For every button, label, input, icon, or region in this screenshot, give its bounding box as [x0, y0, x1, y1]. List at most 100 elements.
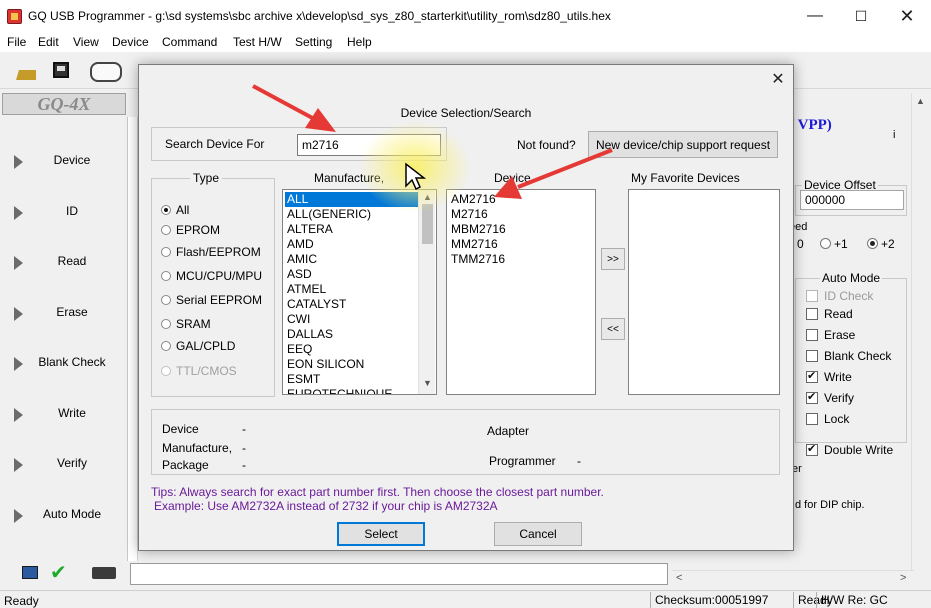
- close-dialog-button[interactable]: ✕: [766, 68, 790, 92]
- list-item[interactable]: ALL: [285, 192, 418, 207]
- auto-write[interactable]: Write: [806, 369, 852, 384]
- type-serial-eeprom[interactable]: Serial EEPROM: [161, 293, 262, 307]
- scroll-down-icon[interactable]: ▼: [423, 378, 432, 388]
- scroll-up-icon[interactable]: ▲: [916, 96, 925, 106]
- type-flash-eeprom[interactable]: Flash/EEPROM: [161, 245, 261, 259]
- type-eprom[interactable]: EPROM: [161, 223, 220, 237]
- auto-read[interactable]: Read: [806, 307, 853, 321]
- favorite-devices-list[interactable]: [628, 189, 780, 395]
- radio-icon: [161, 247, 171, 257]
- manufacturer-scrollbar[interactable]: ▲ ▼: [418, 190, 435, 394]
- play-arrow-icon: [14, 206, 23, 220]
- save-disk-icon[interactable]: [53, 62, 69, 78]
- list-item[interactable]: CATALYST: [285, 297, 348, 312]
- list-item[interactable]: ALL(GENERIC): [285, 207, 373, 222]
- auto-id-check[interactable]: ID Check: [806, 289, 873, 303]
- device-chip-icon[interactable]: [90, 62, 122, 82]
- type-sram[interactable]: SRAM: [161, 317, 211, 331]
- type-gal-cpld[interactable]: GAL/CPLD: [161, 339, 235, 353]
- auto-item-label: Read: [824, 307, 853, 321]
- radio-icon: [161, 341, 171, 351]
- scroll-up-icon[interactable]: ▲: [423, 192, 432, 202]
- sidebar-item-blank-check[interactable]: Blank Check: [0, 343, 128, 383]
- menu-device[interactable]: Device: [112, 35, 149, 49]
- checkbox-checked-icon: [806, 442, 818, 456]
- select-button[interactable]: Select: [337, 522, 425, 546]
- speed-option-plus2[interactable]: +2: [867, 237, 895, 251]
- list-item[interactable]: MBM2716: [449, 222, 508, 237]
- remove-favorite-button[interactable]: <<: [601, 318, 625, 340]
- gq-logo: GQ-4X: [2, 93, 126, 115]
- sidebar-item-read[interactable]: Read: [0, 242, 128, 282]
- list-item[interactable]: MM2716: [449, 237, 500, 252]
- maximize-button[interactable]: ☐: [838, 0, 884, 32]
- scroll-thumb[interactable]: [422, 204, 433, 244]
- sidebar-item-device[interactable]: Device: [0, 141, 128, 181]
- list-item[interactable]: M2716: [449, 207, 490, 222]
- speed-option-0[interactable]: 0: [797, 237, 804, 251]
- connection-status: ✔: [14, 563, 126, 585]
- list-item[interactable]: DALLAS: [285, 327, 335, 342]
- list-item[interactable]: EON SILICON: [285, 357, 366, 372]
- vertical-scrollbar[interactable]: ▲: [911, 93, 929, 573]
- menu-command[interactable]: Command: [162, 35, 217, 49]
- sidebar-label: Device: [53, 153, 91, 167]
- list-item[interactable]: EEQ: [285, 342, 314, 357]
- minimize-button[interactable]: —: [792, 0, 838, 32]
- checkbox-icon: [806, 413, 818, 425]
- type-all[interactable]: All: [161, 203, 189, 217]
- scroll-right-icon[interactable]: >: [900, 572, 906, 584]
- auto-verify[interactable]: Verify: [806, 390, 854, 405]
- speed-option-plus1[interactable]: +1: [820, 237, 848, 251]
- sidebar-label: Blank Check: [38, 355, 106, 369]
- menu-view[interactable]: View: [73, 35, 99, 49]
- menu-file[interactable]: File: [7, 35, 26, 49]
- double-write-checkbox[interactable]: Double Write: [806, 442, 893, 457]
- list-item[interactable]: AM2716: [449, 192, 498, 207]
- sidebar-item-erase[interactable]: Erase: [0, 293, 128, 333]
- menu-test-hw[interactable]: Test H/W: [233, 35, 282, 49]
- info-programmer-value: -: [577, 454, 581, 468]
- auto-erase[interactable]: Erase: [806, 328, 855, 342]
- auto-item-label: Erase: [824, 328, 856, 342]
- radio-icon: [161, 295, 171, 305]
- menu-help[interactable]: Help: [347, 35, 372, 49]
- auto-blank-check[interactable]: Blank Check: [806, 349, 891, 363]
- speed-label-2: +2: [881, 237, 895, 251]
- info-device-value: -: [242, 422, 246, 436]
- auto-item-label: Blank Check: [824, 349, 892, 363]
- menu-setting[interactable]: Setting: [295, 35, 332, 49]
- log-input[interactable]: [130, 563, 668, 585]
- list-item[interactable]: AMIC: [285, 252, 319, 267]
- sidebar-item-write[interactable]: Write: [0, 394, 128, 434]
- sidebar-item-auto-mode[interactable]: Auto Mode: [0, 495, 128, 535]
- cancel-button[interactable]: Cancel: [494, 522, 582, 546]
- sidebar-item-verify[interactable]: Verify: [0, 444, 128, 484]
- search-label: Search Device For: [165, 137, 265, 151]
- sidebar-item-id[interactable]: ID: [0, 192, 128, 232]
- list-item[interactable]: AMD: [285, 237, 316, 252]
- scroll-left-icon[interactable]: <: [676, 572, 682, 584]
- list-item[interactable]: ESMT: [285, 372, 322, 387]
- list-item[interactable]: ATMEL: [285, 282, 328, 297]
- list-item[interactable]: CWI: [285, 312, 312, 327]
- list-item[interactable]: EUROTECHNIQUE: [285, 387, 394, 394]
- play-arrow-icon: [14, 307, 23, 321]
- type-mcu-cpu-mpu[interactable]: MCU/CPU/MPU: [161, 269, 262, 283]
- device-offset-input[interactable]: 000000: [800, 190, 904, 210]
- manufacturer-list[interactable]: ALL ALL(GENERIC) ALTERA AMD AMIC ASD ATM…: [282, 189, 437, 395]
- speed-label-1: +1: [834, 237, 848, 251]
- close-window-button[interactable]: ✕: [884, 0, 930, 32]
- list-item[interactable]: TMM2716: [449, 252, 507, 267]
- open-folder-icon[interactable]: [16, 62, 36, 80]
- search-device-input[interactable]: [297, 134, 441, 156]
- horizontal-scrollbar[interactable]: < >: [672, 570, 914, 587]
- device-list[interactable]: AM2716 M2716 MBM2716 MM2716 TMM2716: [446, 189, 596, 395]
- menu-edit[interactable]: Edit: [38, 35, 59, 49]
- add-favorite-button[interactable]: >>: [601, 248, 625, 270]
- new-device-request-button[interactable]: New device/chip support request: [588, 131, 778, 158]
- list-item[interactable]: ASD: [285, 267, 314, 282]
- device-info-group: Device - Manufacture, - Package - Adapte…: [151, 409, 780, 475]
- list-item[interactable]: ALTERA: [285, 222, 335, 237]
- auto-lock[interactable]: Lock: [806, 412, 849, 426]
